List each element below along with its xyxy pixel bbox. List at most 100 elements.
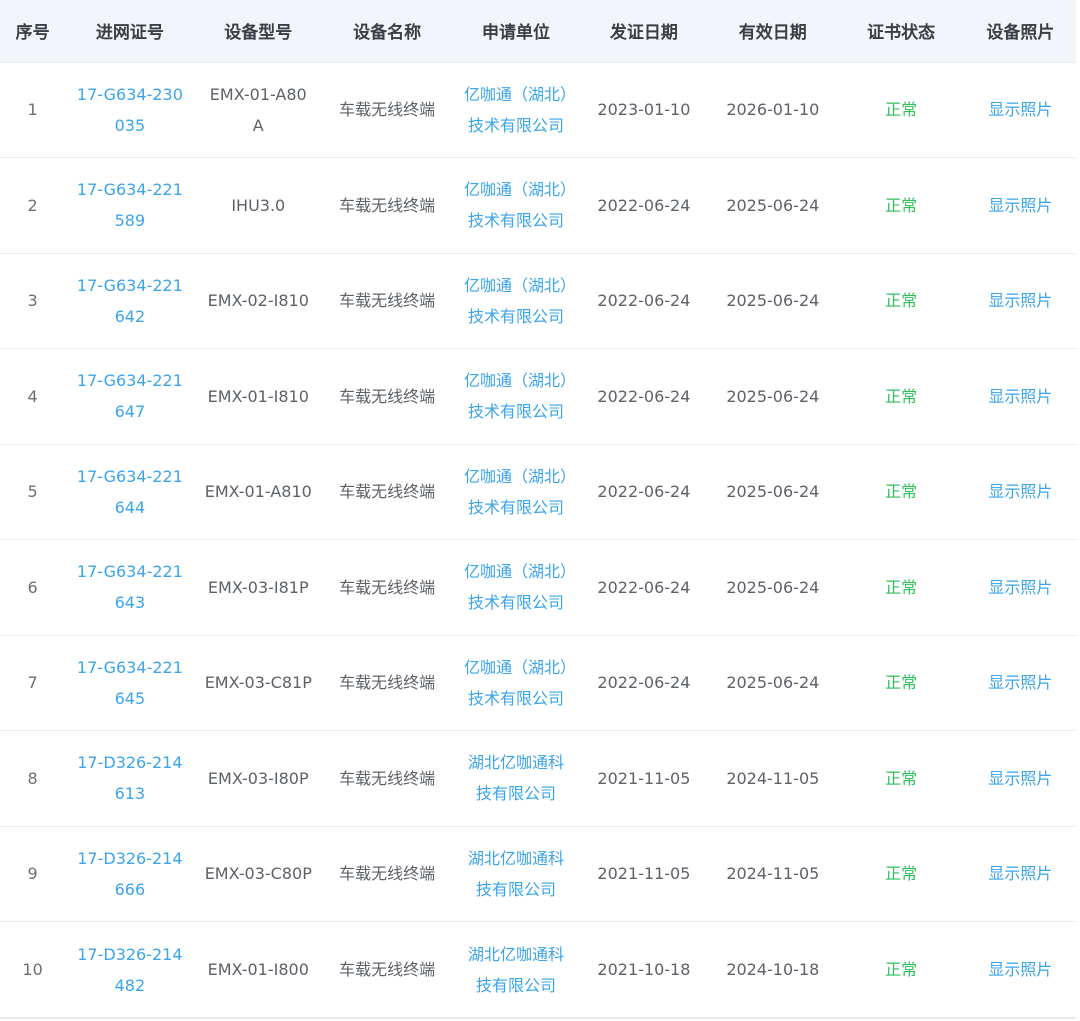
valid-date: 2025-06-24 xyxy=(726,482,820,502)
issue-date: 2022-06-24 xyxy=(597,291,691,311)
table-row: 5 17-G634-221644 EMX-01-A810 车载无线终端 亿咖通（… xyxy=(0,444,1076,540)
cert-status: 正常 xyxy=(885,386,918,406)
cert-number-link[interactable]: 17-G634-221645 xyxy=(77,658,183,708)
header-valid-date: 有效日期 xyxy=(738,23,807,44)
table-row: 9 17-D326-214666 EMX-03-C80P 车载无线终端 湖北亿咖… xyxy=(0,826,1076,922)
valid-date: 2025-06-24 xyxy=(726,577,820,597)
cert-number-link[interactable]: 17-G634-230035 xyxy=(77,85,183,135)
header-device-photo: 设备照片 xyxy=(986,23,1055,44)
issue-date: 2021-11-05 xyxy=(597,864,691,884)
issue-date: 2022-06-24 xyxy=(597,195,691,215)
table-row: 8 17-D326-214613 EMX-03-I80P 车载无线终端 湖北亿咖… xyxy=(0,730,1076,827)
applicant-link[interactable]: 亿咖通（湖北）技术有限公司 xyxy=(464,276,568,326)
applicant-link[interactable]: 湖北亿咖通科技有限公司 xyxy=(468,753,564,803)
cert-status: 正常 xyxy=(885,482,918,502)
row-index: 2 xyxy=(27,195,38,215)
show-photo-link[interactable]: 显示照片 xyxy=(988,100,1052,119)
show-photo-link[interactable]: 显示照片 xyxy=(988,960,1052,979)
device-model: EMX-02-I810 xyxy=(207,291,309,311)
cert-number-link[interactable]: 17-D326-214666 xyxy=(77,849,182,899)
valid-date: 2024-11-05 xyxy=(726,768,820,788)
show-photo-link[interactable]: 显示照片 xyxy=(988,769,1052,788)
table-row: 10 17-D326-214482 EMX-01-I800 车载无线终端 湖北亿… xyxy=(0,921,1076,1018)
device-name: 车载无线终端 xyxy=(339,577,436,597)
header-device-name: 设备名称 xyxy=(353,23,422,44)
issue-date: 2023-01-10 xyxy=(597,100,691,120)
table-header: 序号 进网证号 设备型号 设备名称 申请单位 发证日期 有效日期 证书状态 设备… xyxy=(0,0,1076,62)
cert-number-link[interactable]: 17-D326-214613 xyxy=(77,753,182,803)
show-photo-link[interactable]: 显示照片 xyxy=(988,864,1052,883)
issue-date: 2021-11-05 xyxy=(597,768,691,788)
device-name: 车载无线终端 xyxy=(339,768,436,788)
table-row: 2 17-G634-221589 IHU3.0 车载无线终端 亿咖通（湖北）技术… xyxy=(0,157,1076,254)
header-cert-number: 进网证号 xyxy=(95,23,164,44)
device-name: 车载无线终端 xyxy=(339,482,436,502)
cert-status: 正常 xyxy=(885,291,918,311)
row-index: 4 xyxy=(27,386,38,406)
row-index: 1 xyxy=(27,100,38,120)
certificate-table: 序号 进网证号 设备型号 设备名称 申请单位 发证日期 有效日期 证书状态 设备… xyxy=(0,0,1076,1017)
issue-date: 2022-06-24 xyxy=(597,673,691,693)
valid-date: 2024-10-18 xyxy=(726,960,820,979)
device-name: 车载无线终端 xyxy=(339,291,436,311)
issue-date: 2021-10-18 xyxy=(597,960,691,979)
table-body: 1 17-G634-230035 EMX-01-A80A 车载无线终端 亿咖通（… xyxy=(0,62,1076,1017)
header-issue-date: 发证日期 xyxy=(609,23,678,44)
applicant-link[interactable]: 亿咖通（湖北）技术有限公司 xyxy=(464,467,568,517)
show-photo-link[interactable]: 显示照片 xyxy=(988,673,1052,692)
cert-status: 正常 xyxy=(885,768,918,788)
show-photo-link[interactable]: 显示照片 xyxy=(988,291,1052,310)
cert-number-link[interactable]: 17-G634-221642 xyxy=(77,276,183,326)
valid-date: 2025-06-24 xyxy=(726,386,820,406)
table-row: 3 17-G634-221642 EMX-02-I810 车载无线终端 亿咖通（… xyxy=(0,253,1076,349)
applicant-link[interactable]: 湖北亿咖通科技有限公司 xyxy=(468,945,564,995)
cert-status: 正常 xyxy=(885,673,918,693)
device-name: 车载无线终端 xyxy=(339,195,436,215)
device-name: 车载无线终端 xyxy=(339,864,436,884)
cert-number-link[interactable]: 17-G634-221643 xyxy=(77,562,183,612)
device-model: EMX-03-C80P xyxy=(204,864,312,884)
cert-number-link[interactable]: 17-D326-214482 xyxy=(77,945,182,995)
device-model: EMX-03-C81P xyxy=(204,673,312,693)
issue-date: 2022-06-24 xyxy=(597,386,691,406)
table-row: 1 17-G634-230035 EMX-01-A80A 车载无线终端 亿咖通（… xyxy=(0,62,1076,158)
cert-status: 正常 xyxy=(885,577,918,597)
device-name: 车载无线终端 xyxy=(339,386,436,406)
table-row: 7 17-G634-221645 EMX-03-C81P 车载无线终端 亿咖通（… xyxy=(0,635,1076,731)
show-photo-link[interactable]: 显示照片 xyxy=(988,482,1052,501)
issue-date: 2022-06-24 xyxy=(597,482,691,502)
valid-date: 2025-06-24 xyxy=(726,195,820,215)
device-model: EMX-01-I810 xyxy=(207,386,309,406)
cert-status: 正常 xyxy=(885,100,918,120)
device-name: 车载无线终端 xyxy=(339,100,436,120)
cert-number-link[interactable]: 17-G634-221589 xyxy=(77,180,183,230)
show-photo-link[interactable]: 显示照片 xyxy=(988,578,1052,597)
cert-number-link[interactable]: 17-G634-221647 xyxy=(77,371,183,421)
device-model: EMX-01-A80A xyxy=(209,84,307,135)
device-model: EMX-03-I80P xyxy=(207,768,309,788)
show-photo-link[interactable]: 显示照片 xyxy=(988,387,1052,406)
cert-status: 正常 xyxy=(885,195,918,215)
applicant-link[interactable]: 湖北亿咖通科技有限公司 xyxy=(468,849,564,899)
applicant-link[interactable]: 亿咖通（湖北）技术有限公司 xyxy=(464,371,568,421)
row-index: 6 xyxy=(27,577,38,597)
device-model: EMX-01-I800 xyxy=(207,960,309,979)
applicant-link[interactable]: 亿咖通（湖北）技术有限公司 xyxy=(464,85,568,135)
row-index: 7 xyxy=(27,673,38,693)
applicant-link[interactable]: 亿咖通（湖北）技术有限公司 xyxy=(464,562,568,612)
cert-number-link[interactable]: 17-G634-221644 xyxy=(77,467,183,517)
table-row: 6 17-G634-221643 EMX-03-I81P 车载无线终端 亿咖通（… xyxy=(0,539,1076,636)
show-photo-link[interactable]: 显示照片 xyxy=(988,196,1052,215)
device-model: EMX-03-I81P xyxy=(207,577,309,597)
issue-date: 2022-06-24 xyxy=(597,577,691,597)
applicant-link[interactable]: 亿咖通（湖北）技术有限公司 xyxy=(464,658,568,708)
header-index: 序号 xyxy=(15,23,50,44)
device-model: IHU3.0 xyxy=(231,195,286,215)
device-name: 车载无线终端 xyxy=(339,960,436,979)
row-index: 9 xyxy=(27,864,38,884)
row-index: 5 xyxy=(27,482,38,502)
valid-date: 2025-06-24 xyxy=(726,291,820,311)
valid-date: 2024-11-05 xyxy=(726,864,820,884)
applicant-link[interactable]: 亿咖通（湖北）技术有限公司 xyxy=(464,180,568,230)
header-cert-status: 证书状态 xyxy=(867,23,936,44)
